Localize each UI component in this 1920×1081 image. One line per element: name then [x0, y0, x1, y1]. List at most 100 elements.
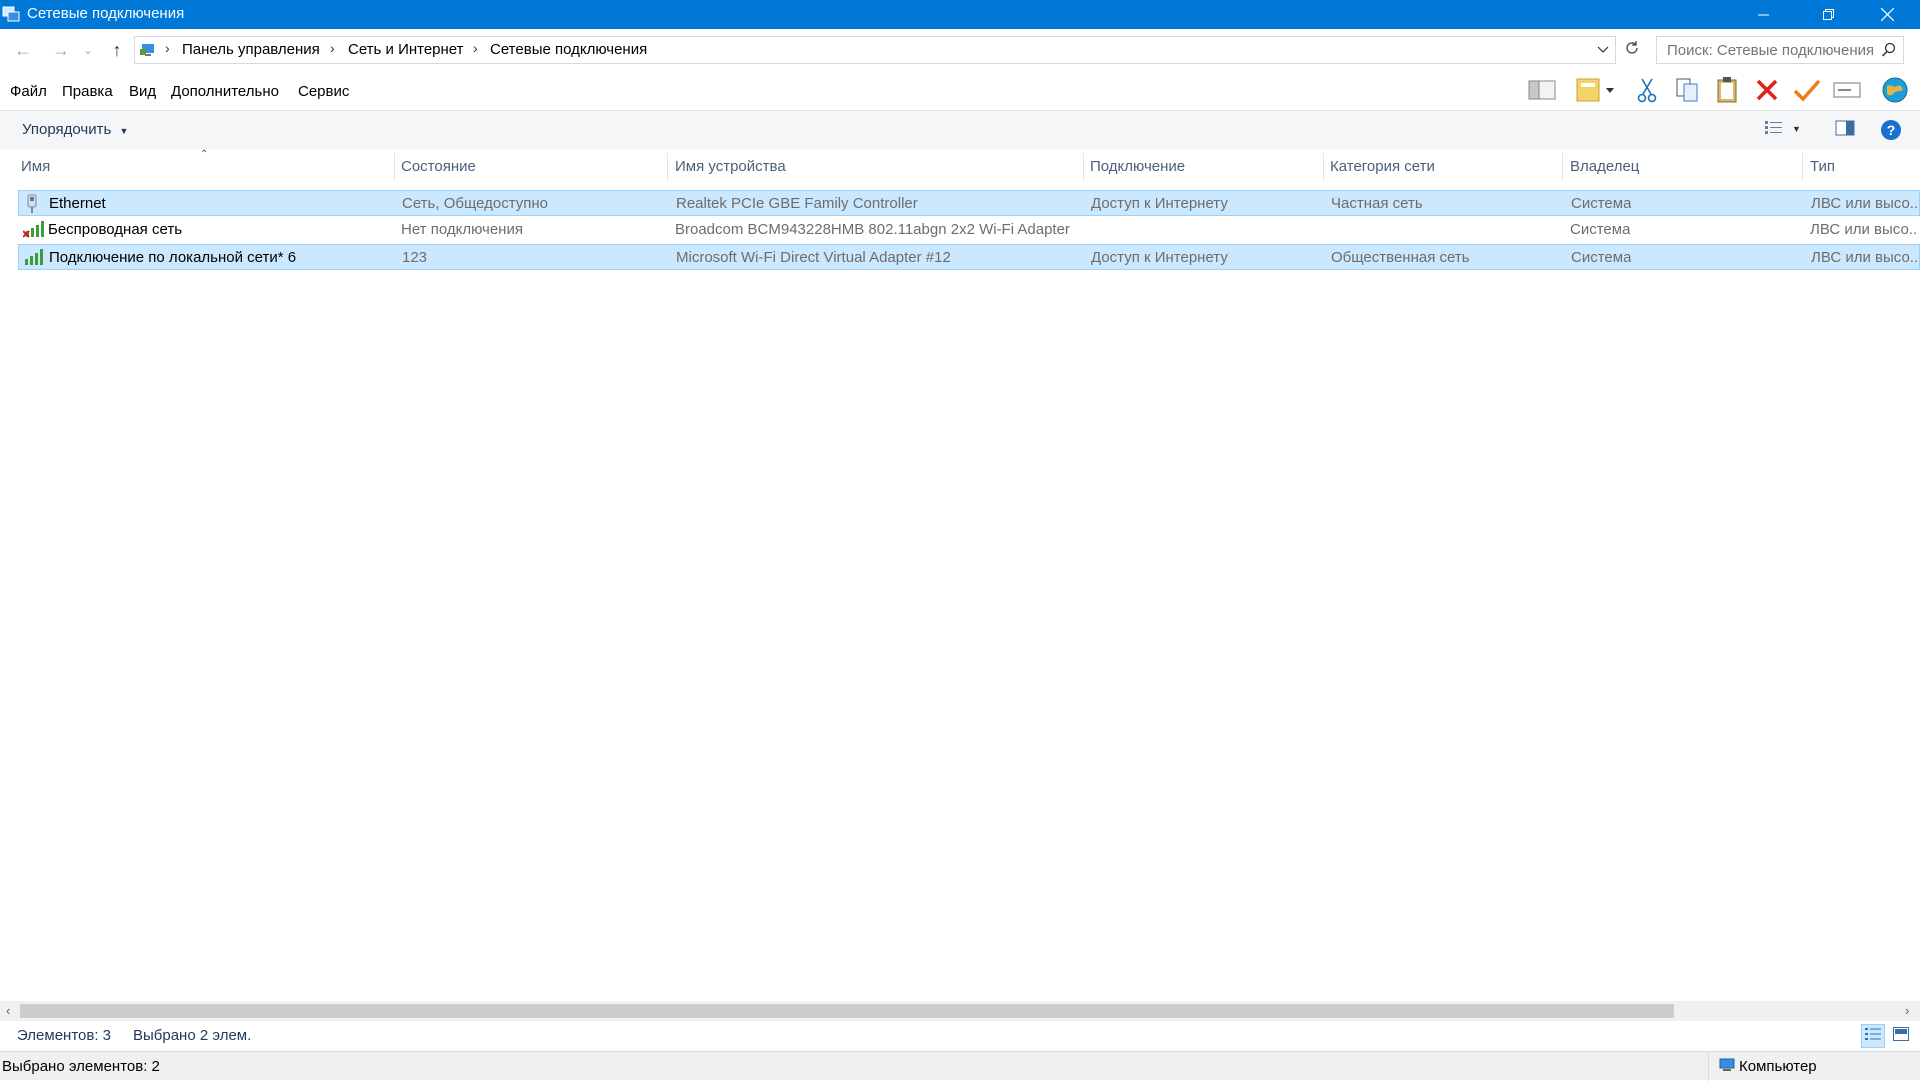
large-icons-view-icon	[1893, 1027, 1909, 1045]
menu-edit[interactable]: Правка	[62, 83, 113, 100]
column-divider[interactable]	[1323, 153, 1324, 181]
scissors-icon	[1636, 77, 1658, 107]
row-owner: Система	[1571, 249, 1632, 266]
row-device: Realtek PCIe GBE Family Controller	[676, 195, 918, 212]
help-button[interactable]: ?	[1880, 119, 1902, 145]
row-status: 123	[402, 249, 428, 266]
row-owner: Система	[1570, 221, 1631, 238]
row-status: Нет подключения	[401, 221, 523, 238]
column-divider[interactable]	[1802, 153, 1803, 181]
search-icon[interactable]	[1881, 42, 1897, 62]
pane-layout-icon	[1528, 79, 1556, 105]
copy-icon	[1675, 77, 1699, 107]
close-button[interactable]	[1858, 0, 1916, 29]
control-panel-icon	[139, 41, 157, 63]
row-name: Беспроводная сеть	[48, 221, 183, 238]
selected-items-status: Выбрано элементов: 2	[2, 1058, 160, 1075]
orange-checkmark-icon	[1793, 78, 1821, 106]
menu-file[interactable]: Файл	[10, 83, 47, 100]
row-connection: Доступ к Интернету	[1091, 249, 1228, 266]
view-dropdown-icon[interactable]: ▼	[1792, 124, 1801, 134]
clipboard-icon	[1716, 76, 1738, 108]
copy-button[interactable]	[1672, 77, 1702, 107]
refresh-icon	[1624, 40, 1640, 60]
wifi-disconnected-icon	[22, 220, 45, 242]
menu-bar: Файл Правка Вид Дополнительно Сервис	[0, 71, 1920, 111]
minimize-button[interactable]	[1735, 0, 1793, 29]
zone-indicator: Компьютер	[1708, 1052, 1817, 1081]
column-header-owner[interactable]: Владелец	[1570, 158, 1639, 175]
details-view-button[interactable]	[1861, 1024, 1885, 1048]
row-type: ЛВС или высо...	[1810, 221, 1918, 238]
breadcrumb-separator-icon: ›	[165, 40, 170, 56]
menu-view[interactable]: Вид	[129, 83, 156, 100]
menu-advanced[interactable]: Дополнительно	[171, 83, 279, 100]
window-title: Сетевые подключения	[27, 5, 185, 22]
row-category: Общественная сеть	[1331, 249, 1470, 266]
row-connection: Доступ к Интернету	[1091, 195, 1228, 212]
address-field[interactable]: › Панель управления › Сеть и Интернет › …	[134, 36, 1616, 64]
items-count: Элементов: 3	[17, 1027, 112, 1044]
search-input[interactable]	[1665, 41, 1875, 59]
column-header-network-category[interactable]: Категория сети	[1330, 158, 1435, 175]
paste-button[interactable]	[1712, 77, 1742, 107]
refresh-button[interactable]	[1618, 36, 1646, 64]
row-owner: Система	[1571, 195, 1632, 212]
row-name: Подключение по локальной сети* 6	[49, 249, 297, 266]
breadcrumb-network-connections[interactable]: Сетевые подключения	[490, 41, 647, 58]
connection-row-wireless[interactable]: Беспроводная сеть Нет подключения Broadc…	[18, 217, 1920, 243]
connection-row-local-area-6[interactable]: Подключение по локальной сети* 6 123 Mic…	[18, 244, 1920, 270]
bottom-status-bar: Выбрано элементов: 2 Компьютер	[0, 1051, 1920, 1081]
up-arrow-icon: ↑	[112, 39, 122, 60]
horizontal-scrollbar[interactable]: ‹ ›	[0, 1001, 1920, 1021]
selected-count: Выбрано 2 элем.	[133, 1027, 252, 1044]
large-icons-view-button[interactable]	[1889, 1024, 1913, 1048]
column-header-name[interactable]: Имя	[21, 158, 50, 175]
command-bar: Упорядочить ▼ ▼ ?	[0, 111, 1920, 149]
scroll-right-icon[interactable]: ›	[1905, 1003, 1909, 1018]
network-connections-app-icon	[2, 5, 20, 23]
back-button[interactable]: ←	[10, 37, 36, 63]
column-divider[interactable]	[667, 153, 668, 181]
globe-icon	[1881, 76, 1909, 108]
recent-locations-button[interactable]: ⌄	[80, 37, 96, 63]
menu-tools[interactable]: Сервис	[298, 83, 349, 100]
restore-button[interactable]	[1800, 0, 1858, 29]
address-toolbar: ← → ⌄ ↑ › Панель управления › Сеть и Инт…	[0, 29, 1920, 71]
column-divider[interactable]	[394, 153, 395, 181]
cut-button[interactable]	[1632, 77, 1662, 107]
rename-button[interactable]	[1832, 77, 1862, 107]
dropdown-arrow-icon: ▼	[119, 126, 129, 136]
connection-row-ethernet[interactable]: Ethernet Сеть, Общедоступно Realtek PCIe…	[18, 190, 1920, 216]
preview-pane-button[interactable]	[1835, 120, 1855, 140]
delete-button[interactable]	[1752, 77, 1782, 107]
details-status-bar: Элементов: 3 Выбрано 2 элем.	[0, 1021, 1920, 1051]
column-headers: ⌃ Имя Состояние Имя устройства Подключен…	[0, 149, 1920, 183]
address-dropdown-icon[interactable]	[1597, 43, 1609, 60]
column-header-connectivity[interactable]: Подключение	[1090, 158, 1185, 175]
change-view-button[interactable]: ▼	[1764, 119, 1801, 139]
properties-toolbar-button[interactable]	[1572, 77, 1618, 107]
column-header-type[interactable]: Тип	[1810, 158, 1835, 175]
breadcrumb-network-internet[interactable]: Сеть и Интернет	[348, 41, 464, 58]
red-x-icon	[1755, 78, 1779, 106]
column-divider[interactable]	[1562, 153, 1563, 181]
forward-button[interactable]: →	[48, 37, 74, 63]
scrollbar-thumb[interactable]	[20, 1004, 1674, 1018]
title-bar: Сетевые подключения	[0, 0, 1920, 29]
folder-properties-icon	[1575, 77, 1615, 107]
up-button[interactable]: ↑	[104, 37, 130, 63]
row-type: ЛВС или высо...	[1811, 195, 1919, 212]
column-divider[interactable]	[1083, 153, 1084, 181]
organize-button[interactable]: Упорядочить ▼	[22, 121, 128, 138]
search-box[interactable]	[1656, 36, 1904, 64]
preview-pane-toolbar-button[interactable]	[1527, 77, 1557, 107]
network-globe-button[interactable]	[1880, 77, 1910, 107]
row-name: Ethernet	[49, 195, 106, 212]
scroll-left-icon[interactable]: ‹	[6, 1003, 10, 1018]
breadcrumb-control-panel[interactable]: Панель управления	[182, 41, 320, 58]
column-header-status[interactable]: Состояние	[401, 158, 476, 175]
column-header-device-name[interactable]: Имя устройства	[675, 158, 786, 175]
apply-button[interactable]	[1792, 77, 1822, 107]
svg-text:?: ?	[1887, 122, 1896, 138]
